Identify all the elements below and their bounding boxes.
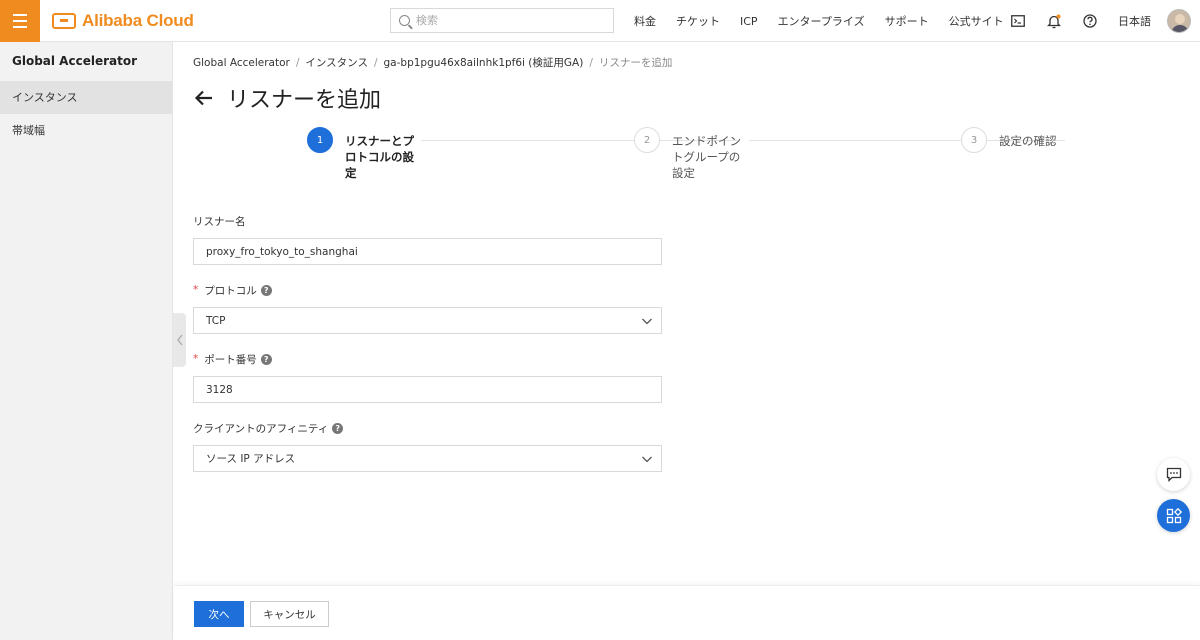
nav-link-tickets[interactable]: チケット: [676, 13, 720, 29]
field-label: * プロトコル?: [193, 283, 662, 297]
help-icon[interactable]: ?: [332, 422, 344, 434]
port-control: [193, 376, 662, 403]
help-circle-icon[interactable]: [1082, 13, 1098, 29]
nav-link-icp[interactable]: ICP: [740, 15, 758, 28]
chevron-left-icon: [176, 334, 183, 346]
port-label: ポート番号: [204, 353, 257, 366]
protocol-select[interactable]: TCP: [193, 307, 662, 334]
language-selector[interactable]: 日本語: [1118, 13, 1151, 29]
back-arrow-icon[interactable]: [193, 87, 215, 109]
page-header: リスナーを追加: [193, 82, 381, 114]
cancel-button[interactable]: キャンセル: [250, 601, 329, 627]
help-icon[interactable]: ?: [260, 284, 272, 296]
required-mark: *: [193, 353, 199, 365]
affinity-field: クライアントのアフィニティ? ソース IP アドレス: [193, 421, 662, 472]
terminal-icon[interactable]: [1010, 13, 1026, 29]
required-mark: *: [193, 284, 199, 296]
listener-name-label: リスナー名: [193, 215, 246, 228]
step-label: エンドポイントグループの設定: [672, 134, 741, 180]
step-3: 3 設定の確認: [961, 127, 1089, 153]
apps-button[interactable]: [1157, 499, 1190, 532]
affinity-selected-value: ソース IP アドレス: [206, 453, 296, 465]
sidebar-title: Global Accelerator: [12, 54, 138, 68]
sidebar: Global Accelerator インスタンス 帯域幅: [0, 42, 173, 640]
search-input[interactable]: [416, 14, 596, 27]
step-label: 設定の確認: [999, 134, 1057, 148]
menu-icon[interactable]: [0, 0, 40, 42]
affinity-label: クライアントのアフィニティ: [193, 422, 329, 435]
sidebar-item-bandwidth[interactable]: 帯域幅: [0, 114, 172, 147]
next-button[interactable]: 次へ: [194, 601, 244, 627]
port-field: * ポート番号?: [193, 352, 662, 403]
breadcrumb-separator: /: [373, 57, 378, 69]
field-label: クライアントのアフィニティ?: [193, 421, 662, 435]
top-navigation-bar: Alibaba Cloud 料金 チケット ICP エンタープライズ サポート …: [0, 0, 1200, 42]
sidebar-collapse-handle[interactable]: [173, 313, 186, 367]
breadcrumb-instance-id[interactable]: ga-bp1pgu46x8ailnhk1pf6i (検証用GA): [384, 57, 584, 69]
breadcrumb-separator: /: [589, 57, 593, 69]
step-1: 1 リスナーとプロトコルの設定: [307, 127, 417, 181]
nav-link-support[interactable]: サポート: [885, 13, 929, 29]
sidebar-item-instances[interactable]: インスタンス: [0, 81, 172, 114]
apps-grid-icon: [1166, 507, 1182, 523]
chat-button[interactable]: [1157, 458, 1190, 491]
chevron-down-icon: [642, 318, 652, 325]
nav-link-pricing[interactable]: 料金: [634, 13, 656, 29]
help-icon[interactable]: ?: [260, 353, 272, 365]
step-number: 2: [634, 127, 660, 153]
protocol-label: プロトコル: [204, 284, 257, 297]
breadcrumb-global-accelerator[interactable]: Global Accelerator: [193, 57, 290, 69]
search-box[interactable]: [390, 8, 614, 33]
listener-name-control: [193, 238, 662, 265]
chat-icon: [1166, 467, 1181, 482]
listener-name-input[interactable]: [206, 245, 649, 258]
search-icon: [399, 15, 410, 26]
breadcrumb-separator: /: [295, 57, 300, 69]
top-utility-icons: 日本語: [1010, 0, 1191, 42]
breadcrumb: Global Accelerator / インスタンス / ga-bp1pgu46x8a…: [193, 55, 672, 70]
field-label: リスナー名: [193, 214, 662, 228]
brand-logo[interactable]: Alibaba Cloud: [52, 11, 194, 31]
step-number: 3: [961, 127, 987, 153]
step-indicator: 1 リスナーとプロトコルの設定 2 エンドポイントグループの設定 3 設定の確認: [307, 127, 1187, 187]
port-input[interactable]: [206, 383, 649, 396]
breadcrumb-instances[interactable]: インスタンス: [305, 57, 368, 69]
step-label: リスナーとプロトコルの設定: [345, 134, 414, 180]
brand-name: Alibaba Cloud: [82, 11, 194, 30]
field-label: * ポート番号?: [193, 352, 662, 366]
step-number: 1: [307, 127, 333, 153]
page-title: リスナーを追加: [227, 88, 382, 113]
footer-action-bar: 次へ キャンセル: [174, 585, 1200, 640]
affinity-select[interactable]: ソース IP アドレス: [193, 445, 662, 472]
nav-link-enterprise[interactable]: エンタープライズ: [778, 13, 865, 29]
notification-bell-icon[interactable]: [1046, 13, 1062, 29]
protocol-selected-value: TCP: [206, 314, 226, 327]
top-nav-links: 料金 チケット ICP エンタープライズ サポート 公式サイト: [634, 0, 1024, 42]
protocol-field: * プロトコル? TCP: [193, 283, 662, 334]
alibaba-cloud-logo-icon: [52, 13, 76, 29]
step-2: 2 エンドポイントグループの設定: [634, 127, 744, 181]
user-avatar[interactable]: [1167, 9, 1191, 33]
chevron-down-icon: [642, 456, 652, 463]
breadcrumb-current: リスナーを追加: [598, 57, 673, 69]
listener-name-field: リスナー名: [193, 214, 662, 265]
nav-link-official-site[interactable]: 公式サイト: [949, 13, 1004, 29]
